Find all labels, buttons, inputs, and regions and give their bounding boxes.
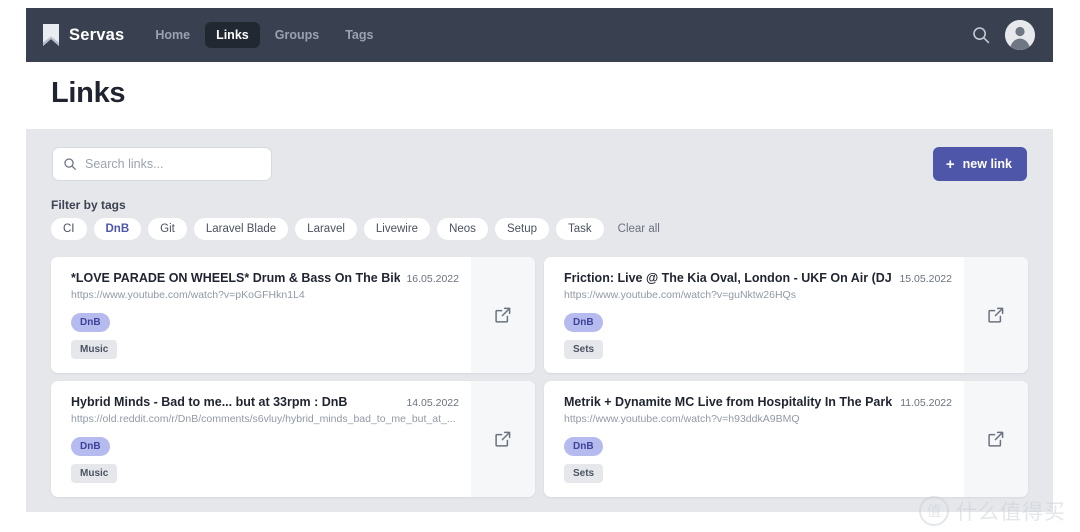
search-box[interactable] [52, 147, 272, 181]
external-link-icon [494, 306, 512, 324]
link-tag[interactable]: Sets [564, 464, 604, 483]
app-root: Servas Home Links Groups Tags Links Sear… [0, 0, 1080, 532]
link-tags: DnB Sets [564, 436, 952, 483]
link-tag-row: DnB [564, 436, 952, 456]
toolbar: + new link [26, 147, 1053, 181]
search-input[interactable] [85, 157, 261, 171]
link-card[interactable]: Friction: Live @ The Kia Oval, London - … [544, 257, 1028, 373]
link-card-header: *LOVE PARADE ON WHEELS* Drum & Bass On T… [71, 271, 459, 285]
open-link-button[interactable] [964, 381, 1028, 497]
page-title: Links [51, 77, 126, 109]
link-tag-row: DnB [71, 312, 459, 332]
filter-tag-neos[interactable]: Neos [437, 218, 488, 241]
link-tag-row: Music [71, 339, 459, 359]
filter-tag-dnb[interactable]: DnB [93, 218, 142, 241]
link-tags: DnB Music [71, 312, 459, 359]
filter-by-tags-label: Filter by tags [51, 198, 126, 212]
link-tag-row: Sets [564, 463, 952, 483]
link-tag-row: Sets [564, 339, 952, 359]
nav-link-tags[interactable]: Tags [334, 22, 384, 49]
link-title: Friction: Live @ The Kia Oval, London - … [564, 271, 893, 285]
link-title: Hybrid Minds - Bad to me... but at 33rpm… [71, 395, 348, 409]
open-link-button[interactable] [471, 381, 535, 497]
filter-tag-laravel-blade[interactable]: Laravel Blade [193, 218, 289, 241]
nav-links: Home Links Groups Tags [144, 21, 384, 49]
link-card-body: Hybrid Minds - Bad to me... but at 33rpm… [51, 381, 471, 497]
external-link-icon [494, 430, 512, 448]
external-link-icon [987, 306, 1005, 324]
link-tag[interactable]: DnB [564, 313, 603, 332]
nav-link-links[interactable]: Links [205, 21, 260, 49]
link-tag[interactable]: DnB [71, 313, 110, 332]
link-url: https://www.youtube.com/watch?v=guNktw26… [564, 289, 796, 301]
link-card-body: *LOVE PARADE ON WHEELS* Drum & Bass On T… [51, 257, 471, 373]
link-tag-row: Music [71, 463, 459, 483]
link-title: *LOVE PARADE ON WHEELS* Drum & Bass On T… [71, 271, 401, 285]
link-card[interactable]: Hybrid Minds - Bad to me... but at 33rpm… [51, 381, 535, 497]
brand-name: Servas [69, 25, 125, 44]
link-date: 15.05.2022 [899, 273, 952, 285]
link-tag[interactable]: Music [71, 464, 118, 483]
link-date: 16.05.2022 [406, 273, 459, 285]
filter-tag-setup[interactable]: Setup [494, 218, 549, 241]
brand-logo[interactable]: Servas [42, 23, 124, 47]
link-tags: DnB Music [71, 436, 459, 483]
external-link-icon [987, 430, 1005, 448]
link-date: 14.05.2022 [406, 397, 459, 409]
open-link-button[interactable] [964, 257, 1028, 373]
nav-link-home[interactable]: Home [144, 22, 201, 49]
search-icon [63, 157, 77, 171]
link-card[interactable]: *LOVE PARADE ON WHEELS* Drum & Bass On T… [51, 257, 535, 373]
avatar[interactable] [1005, 20, 1035, 50]
link-tag[interactable]: Music [71, 340, 118, 359]
nav-link-groups[interactable]: Groups [264, 22, 330, 49]
link-tags: DnB Sets [564, 312, 952, 359]
link-card[interactable]: Metrik + Dynamite MC Live from Hospitali… [544, 381, 1028, 497]
bookmark-icon [42, 23, 60, 47]
link-tag[interactable]: Sets [564, 340, 604, 359]
new-link-button-label: new link [962, 157, 1012, 171]
link-card-body: Friction: Live @ The Kia Oval, London - … [544, 257, 964, 373]
link-url: https://www.youtube.com/watch?v=h93ddkA9… [564, 413, 800, 425]
new-link-button[interactable]: + new link [932, 147, 1027, 181]
link-card-body: Metrik + Dynamite MC Live from Hospitali… [544, 381, 964, 497]
filter-tag-laravel[interactable]: Laravel [295, 218, 357, 241]
link-card-header: Friction: Live @ The Kia Oval, London - … [564, 271, 952, 285]
link-tag-row: DnB [71, 436, 459, 456]
filter-tag-task[interactable]: Task [556, 218, 604, 241]
filter-tag-list: CI DnB Git Laravel Blade Laravel Livewir… [51, 218, 664, 241]
links-grid: *LOVE PARADE ON WHEELS* Drum & Bass On T… [51, 257, 1028, 497]
link-card-header: Metrik + Dynamite MC Live from Hospitali… [564, 395, 952, 409]
clear-all-filters[interactable]: Clear all [614, 219, 664, 239]
top-navbar: Servas Home Links Groups Tags [26, 8, 1053, 62]
filter-tag-livewire[interactable]: Livewire [363, 218, 431, 241]
plus-icon: + [945, 155, 955, 173]
open-link-button[interactable] [471, 257, 535, 373]
search-icon[interactable] [971, 25, 991, 45]
link-title: Metrik + Dynamite MC Live from Hospitali… [564, 395, 895, 409]
link-date: 11.05.2022 [900, 397, 952, 409]
link-tag[interactable]: DnB [564, 437, 603, 456]
filter-tag-git[interactable]: Git [148, 218, 187, 241]
link-tag-row: DnB [564, 312, 952, 332]
filter-tag-ci[interactable]: CI [51, 218, 87, 241]
link-tag[interactable]: DnB [71, 437, 110, 456]
link-card-header: Hybrid Minds - Bad to me... but at 33rpm… [71, 395, 459, 409]
navbar-right [971, 20, 1035, 50]
link-url: https://old.reddit.com/r/DnB/comments/s6… [71, 413, 456, 425]
link-url: https://www.youtube.com/watch?v=pKoGFHkn… [71, 289, 305, 301]
